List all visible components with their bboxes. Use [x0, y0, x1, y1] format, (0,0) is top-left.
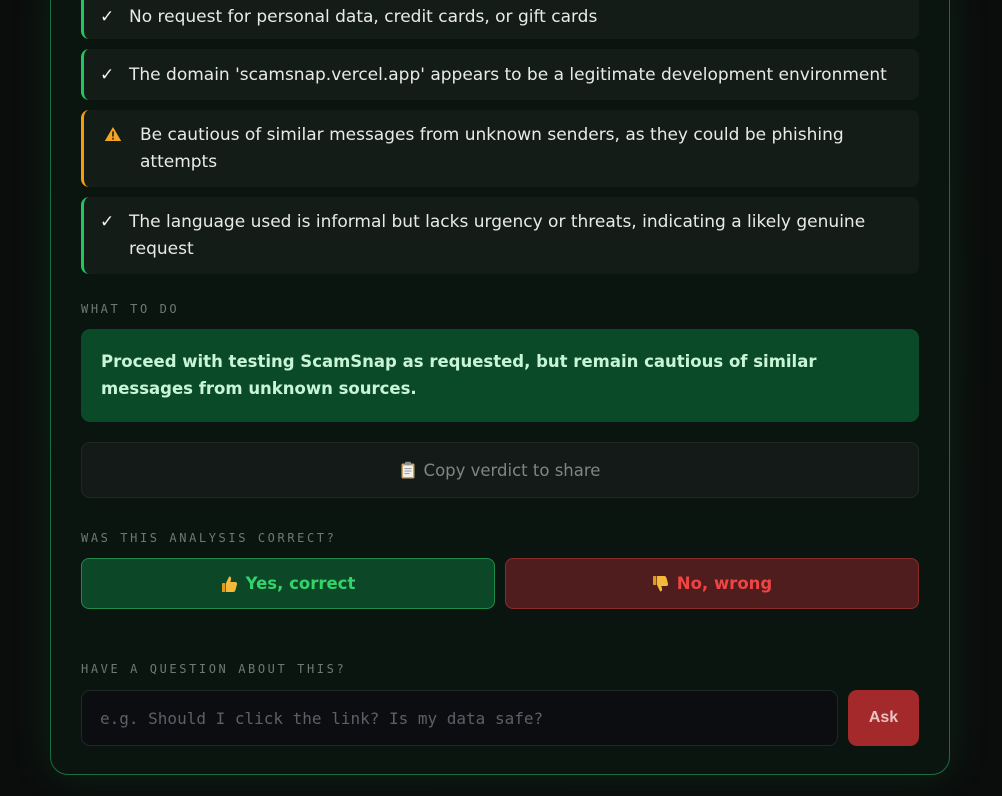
copy-verdict-button[interactable]: Copy verdict to share [81, 442, 919, 498]
what-to-do-label: WHAT TO DO [81, 302, 180, 316]
clipboard-icon [401, 461, 415, 479]
warning-icon [104, 127, 122, 141]
check-icon: ✓ [100, 7, 115, 27]
finding-item: ✓ The domain 'scamsnap.vercel.app' appea… [81, 49, 919, 100]
advice-box: Proceed with testing ScamSnap as request… [81, 329, 919, 422]
question-input[interactable] [81, 690, 838, 746]
finding-item: ✓ No request for personal data, credit c… [81, 0, 919, 39]
thumbs-down-icon [652, 575, 668, 591]
thumbs-up-icon [221, 576, 237, 592]
feedback-yes-label: Yes, correct [245, 574, 356, 593]
analysis-card: ✓ No request for personal data, credit c… [50, 0, 950, 775]
ask-button[interactable]: Ask [848, 690, 919, 746]
finding-text: No request for personal data, credit car… [129, 7, 598, 27]
feedback-yes-button[interactable]: Yes, correct [81, 558, 495, 609]
finding-text: The domain 'scamsnap.vercel.app' appears… [129, 65, 887, 85]
feedback-label: WAS THIS ANALYSIS CORRECT? [81, 531, 337, 545]
card-content: ✓ No request for personal data, credit c… [81, 0, 919, 776]
finding-item-warning: Be cautious of similar messages from unk… [81, 110, 919, 187]
finding-item: ✓ The language used is informal but lack… [81, 197, 919, 274]
copy-verdict-label: Copy verdict to share [423, 460, 601, 480]
advice-text: Proceed with testing ScamSnap as request… [101, 352, 817, 398]
finding-text: Be cautious of similar messages from unk… [140, 125, 844, 172]
question-label: HAVE A QUESTION ABOUT THIS? [81, 662, 347, 676]
check-icon: ✓ [100, 65, 115, 85]
finding-text: The language used is informal but lacks … [129, 212, 866, 259]
feedback-no-label: No, wrong [676, 574, 773, 593]
check-icon: ✓ [100, 212, 115, 232]
feedback-no-button[interactable]: No, wrong [505, 558, 919, 609]
